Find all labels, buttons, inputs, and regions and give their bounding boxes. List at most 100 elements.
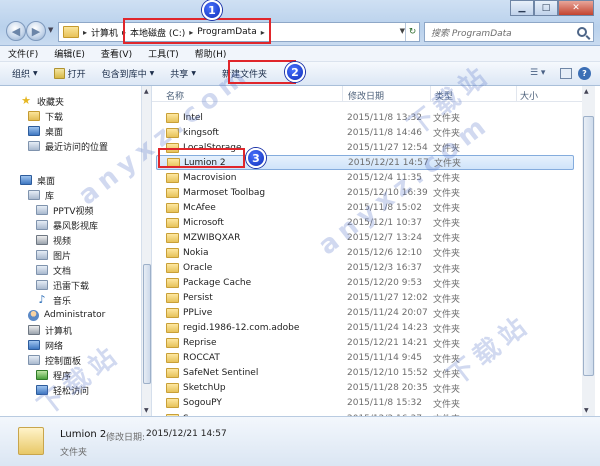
menu-help[interactable]: 帮助(H) <box>195 47 227 60</box>
scroll-down-icon[interactable]: ▼ <box>584 407 589 414</box>
open-label: 打开 <box>67 70 86 80</box>
open-button[interactable]: 打开 <box>53 67 86 80</box>
organize-button[interactable]: 组织 ▼ <box>12 67 38 80</box>
nav-label: 网络 <box>45 341 64 352</box>
nav-computer[interactable]: 计算机 <box>28 323 72 337</box>
folder-icon <box>166 368 179 379</box>
scroll-up-icon[interactable]: ▲ <box>584 88 589 95</box>
nav-pictures[interactable]: 图片 <box>36 248 71 262</box>
nav-label: 暴风影视库 <box>53 221 99 232</box>
minimize-button[interactable]: ▁ <box>510 0 534 16</box>
file-name: SafeNet Sentinel <box>183 368 259 379</box>
chevron-down-icon: ▼ <box>33 70 38 77</box>
file-row[interactable]: SogouPY 2015/11/8 15:32 文件夹 <box>156 396 574 411</box>
file-row[interactable]: SafeNet Sentinel 2015/12/10 15:52 文件夹 <box>156 366 574 381</box>
nav-network[interactable]: 网络 <box>28 338 63 352</box>
include-in-library-button[interactable]: 包含到库中 ▼ <box>102 67 155 80</box>
nav-pptv[interactable]: PPTV视频 <box>36 203 94 217</box>
scroll-down-icon[interactable]: ▼ <box>144 407 149 414</box>
step-badge-2: 2 <box>285 62 305 82</box>
nav-desktop-favorite[interactable]: 桌面 <box>28 124 63 138</box>
history-dropdown-icon[interactable]: ▼ <box>48 26 53 34</box>
chevron-right-icon[interactable]: ▸ <box>83 28 87 37</box>
help-icon[interactable]: ? <box>578 67 591 80</box>
column-size[interactable]: 大小 <box>520 89 538 102</box>
organize-label: 组织 <box>12 70 31 80</box>
view-options-icon[interactable]: ☰ ▾ <box>530 68 554 80</box>
nav-music[interactable]: ♪ 音乐 <box>36 293 71 307</box>
nav-documents[interactable]: 文档 <box>36 263 71 277</box>
file-name: Marmoset Toolbag <box>183 187 266 198</box>
column-divider[interactable] <box>342 86 343 102</box>
step-badge-1: 1 <box>202 0 222 20</box>
download-folder-icon <box>28 111 40 121</box>
scrollbar-thumb[interactable] <box>143 264 151 384</box>
file-row[interactable]: Oracle 2015/12/3 16:37 文件夹 <box>156 261 574 276</box>
forward-button[interactable]: ▶ <box>26 21 46 41</box>
close-button[interactable]: ✕ <box>558 0 594 16</box>
nav-libraries[interactable]: 库 <box>28 188 54 202</box>
document-icon <box>36 265 48 275</box>
nav-label: 文档 <box>53 266 72 277</box>
folder-icon <box>166 323 179 334</box>
scroll-up-icon[interactable]: ▲ <box>144 88 149 95</box>
search-input[interactable]: 搜索 ProgramData <box>424 22 594 42</box>
file-date: 2015/11/27 12:54 <box>347 142 428 153</box>
open-icon <box>53 68 65 79</box>
file-row[interactable]: kingsoft 2015/11/8 14:46 文件夹 <box>156 125 574 140</box>
file-name: kingsoft <box>183 127 219 138</box>
menu-tools[interactable]: 工具(T) <box>148 47 179 60</box>
step-badge-3: 3 <box>246 148 266 168</box>
nav-recent-places[interactable]: 最近访问的位置 <box>28 139 108 153</box>
nav-label: 图片 <box>53 251 72 262</box>
folder-icon <box>166 278 179 289</box>
folder-icon <box>166 308 179 319</box>
nav-favorites[interactable]: ★ 收藏夹 <box>20 94 64 108</box>
folder-icon <box>166 293 179 304</box>
control-panel-icon <box>28 355 40 365</box>
title-bar: ◀ ▶ ▼ ▸ 计算机 ▸ 本地磁盘 (C:) ▸ ProgramData ▸ … <box>0 0 600 46</box>
search-icon[interactable] <box>577 27 587 37</box>
file-row[interactable]: Nokia 2015/12/6 12:10 文件夹 <box>156 245 574 260</box>
picture-icon <box>36 250 48 260</box>
file-row[interactable]: Intel 2015/11/8 13:32 文件夹 <box>156 110 574 125</box>
file-name: SketchUp <box>183 383 226 394</box>
folder-icon <box>166 398 179 409</box>
file-row[interactable]: Package Cache 2015/12/20 9:53 文件夹 <box>156 276 574 291</box>
file-name: McAfee <box>183 202 216 213</box>
folder-icon <box>166 263 179 273</box>
column-divider[interactable] <box>516 86 517 102</box>
file-name: Macrovision <box>183 172 237 183</box>
nav-thunder-downloads[interactable]: 迅雷下载 <box>36 278 89 292</box>
file-row[interactable]: SketchUp 2015/11/28 20:35 文件夹 <box>156 381 574 396</box>
scrollbar-thumb[interactable] <box>583 116 594 376</box>
details-date-label: 修改日期: <box>106 433 146 443</box>
preview-pane-icon[interactable] <box>560 68 572 79</box>
folder-icon <box>63 26 79 38</box>
maximize-button[interactable]: □ <box>534 0 558 16</box>
file-row[interactable]: Persist 2015/11/27 12:02 文件夹 <box>156 291 574 306</box>
nav-downloads[interactable]: 下载 <box>28 109 63 123</box>
back-button[interactable]: ◀ <box>6 21 26 41</box>
file-list-scrollbar[interactable]: ▲ ▼ <box>582 86 595 416</box>
file-row[interactable]: Macrovision 2015/12/4 11:35 文件夹 <box>156 170 574 185</box>
file-name: Reprise <box>183 338 217 349</box>
desktop-icon <box>20 175 32 185</box>
nav-desktop[interactable]: 桌面 <box>20 173 55 187</box>
menu-edit[interactable]: 编辑(E) <box>54 47 85 60</box>
menu-view[interactable]: 查看(V) <box>101 47 132 60</box>
column-name[interactable]: 名称 <box>166 89 184 102</box>
search-placeholder[interactable]: 搜索 ProgramData <box>425 26 577 39</box>
menu-file[interactable]: 文件(F) <box>8 47 38 60</box>
include-in-library-label: 包含到库中 <box>101 70 147 80</box>
nav-administrator[interactable]: Administrator <box>28 308 105 322</box>
file-name: SogouPY <box>183 398 222 409</box>
column-date[interactable]: 修改日期 <box>348 89 384 102</box>
breadcrumb-computer[interactable]: 计算机 <box>91 26 118 39</box>
nav-baofeng[interactable]: 暴风影视库 <box>36 218 98 232</box>
refresh-icon[interactable]: ↻ <box>405 23 419 41</box>
folder-icon <box>18 427 44 455</box>
nav-videos[interactable]: 视频 <box>36 233 71 247</box>
share-button[interactable]: 共享 ▼ <box>170 67 196 80</box>
file-date: 2015/12/10 15:52 <box>347 368 428 379</box>
